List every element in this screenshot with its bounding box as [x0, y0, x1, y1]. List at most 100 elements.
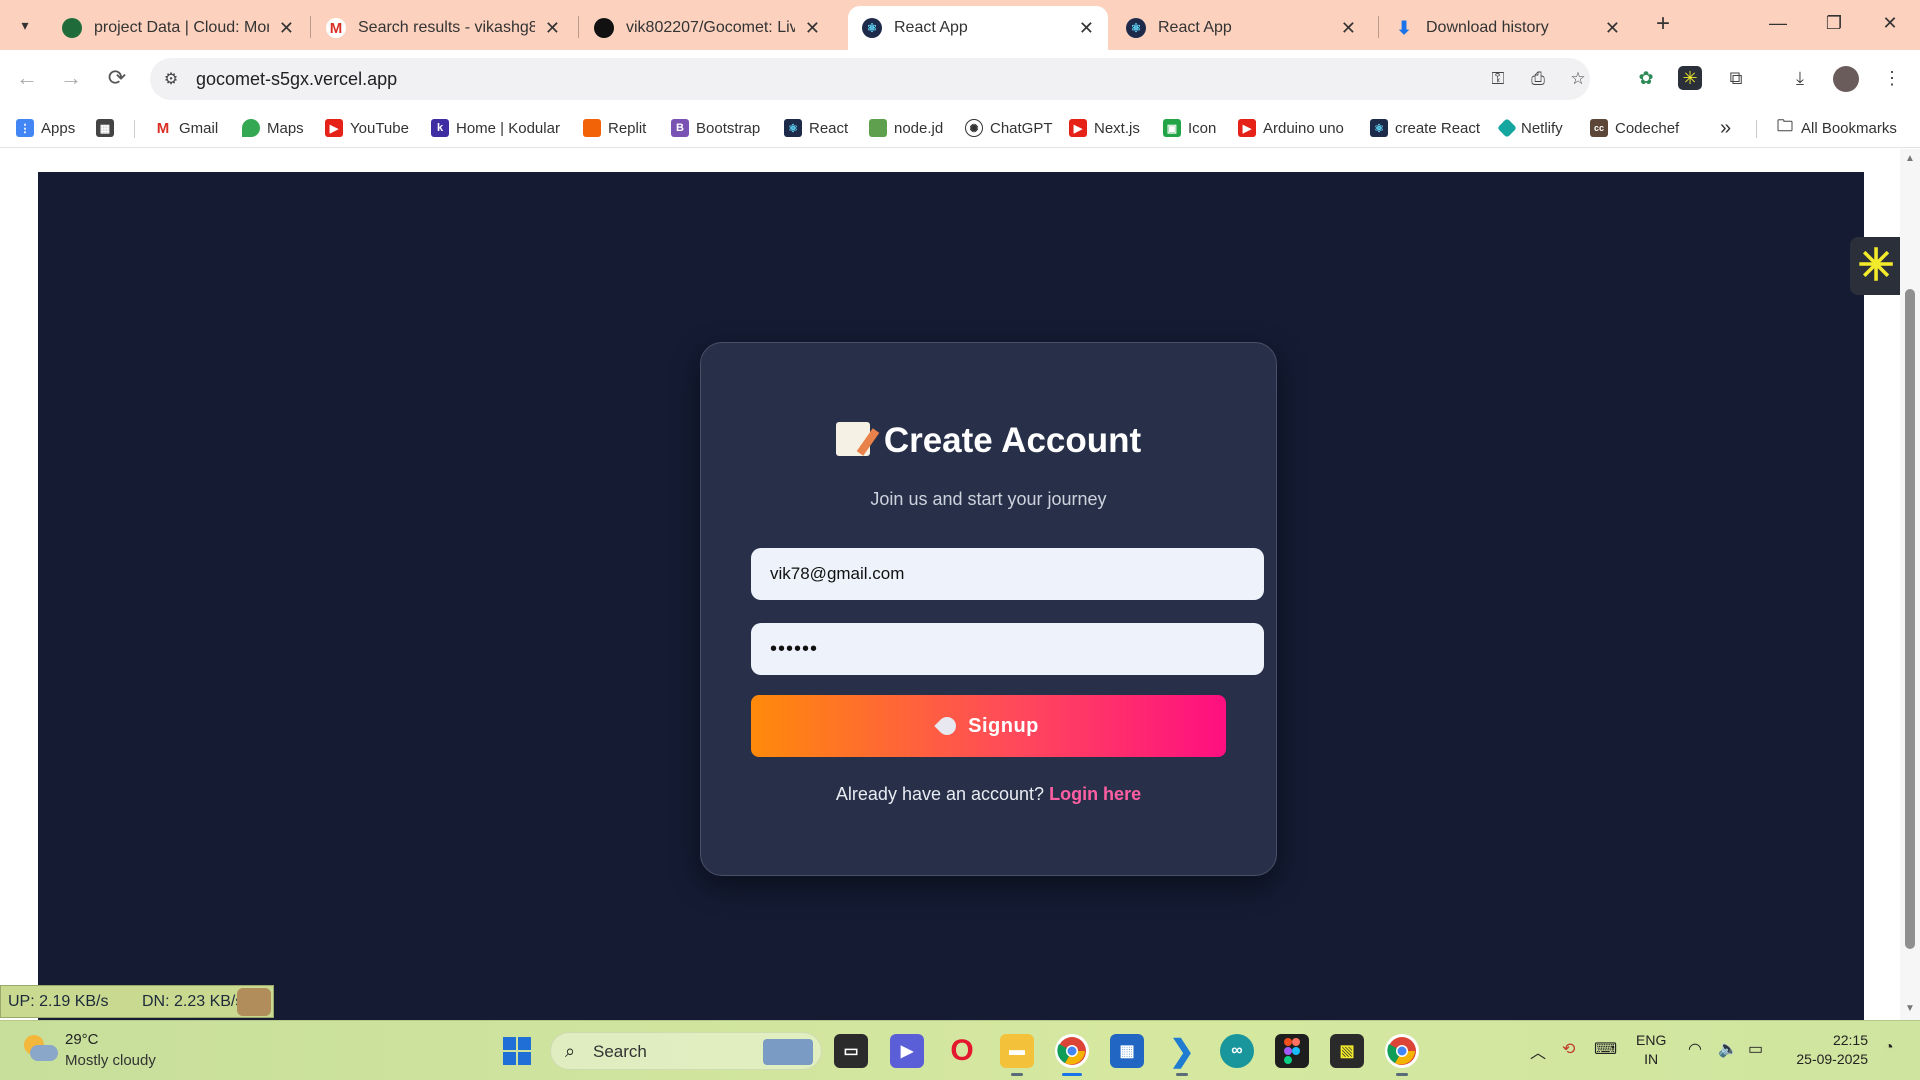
- signup-card: Create Account Join us and start your jo…: [700, 342, 1277, 876]
- tab-title: Download history: [1426, 19, 1549, 36]
- forward-button[interactable]: →: [54, 62, 88, 96]
- tab-download-history[interactable]: ⬇ Download history ✕: [1380, 6, 1634, 50]
- keyboard-icon[interactable]: ⌨: [1594, 1039, 1617, 1059]
- wifi-icon[interactable]: ◠: [1688, 1039, 1702, 1059]
- login-link[interactable]: Login here: [1049, 784, 1141, 804]
- close-icon[interactable]: ✕: [1079, 18, 1094, 39]
- weather-cloudy-icon[interactable]: [22, 1033, 58, 1063]
- signup-button[interactable]: Signup: [751, 695, 1226, 757]
- vscode-icon[interactable]: ❯: [1165, 1034, 1199, 1068]
- password-key-icon[interactable]: ⚿: [1486, 69, 1510, 91]
- nodejs-icon: [869, 119, 887, 137]
- weather-temperature[interactable]: 29°C: [65, 1031, 99, 1048]
- language-code: ENG: [1636, 1032, 1667, 1048]
- site-settings-icon[interactable]: ⚙: [160, 69, 182, 89]
- bookmark-star-icon[interactable]: ☆: [1566, 69, 1590, 91]
- figma-icon[interactable]: [1275, 1034, 1309, 1068]
- notifications-icon[interactable]: ◔: [1884, 1039, 1894, 1057]
- toolbar: ← → ⟳ ⚙ gocomet-s5gx.vercel.app ⚿ ⎙ ☆ ✿ …: [0, 50, 1920, 108]
- scroll-thumb[interactable]: [1905, 289, 1915, 949]
- volume-icon[interactable]: 🔈: [1718, 1039, 1738, 1059]
- scrollbar[interactable]: ▲ ▼: [1900, 149, 1920, 1020]
- bookmark-gmail[interactable]: M Gmail: [154, 116, 218, 140]
- tab-react-app[interactable]: ⚛ React App ✕: [1112, 6, 1370, 50]
- chrome-icon[interactable]: [1055, 1034, 1089, 1068]
- reload-button[interactable]: ⟳: [100, 62, 134, 96]
- clock-date: 25-09-2025: [1796, 1051, 1868, 1067]
- bookmark-replit[interactable]: Replit: [583, 116, 646, 140]
- back-button[interactable]: ←: [10, 62, 44, 96]
- weather-description[interactable]: Mostly cloudy: [65, 1052, 156, 1069]
- bookmark-react[interactable]: ⚛ React: [784, 116, 848, 140]
- scroll-up-icon[interactable]: ▲: [1905, 153, 1915, 164]
- install-app-icon[interactable]: ⎙: [1526, 69, 1550, 91]
- bookmark-bootstrap[interactable]: B Bootstrap: [671, 116, 760, 140]
- close-window-button[interactable]: ✕: [1870, 8, 1910, 38]
- minimize-button[interactable]: —: [1758, 8, 1798, 38]
- microsoft-store-icon[interactable]: ▦: [1110, 1034, 1144, 1068]
- tab-github[interactable]: vik802207/Gocomet: Live F ✕: [580, 6, 834, 50]
- bookmark-label: Apps: [41, 119, 76, 137]
- downloads-icon[interactable]: ⤓: [1784, 62, 1816, 94]
- tray-overflow-icon[interactable]: ︿: [1530, 1039, 1546, 1063]
- task-view-icon[interactable]: ▭: [834, 1034, 868, 1068]
- tab-gmail-search[interactable]: M Search results - vikashg802 ✕: [312, 6, 574, 50]
- bookmark-youtube[interactable]: ▶ YouTube: [325, 116, 409, 140]
- tab-title: React App: [894, 19, 968, 36]
- bookmark-chatgpt[interactable]: ✺ ChatGPT: [965, 116, 1053, 140]
- close-icon[interactable]: ✕: [805, 18, 820, 39]
- bookmark-nextjs[interactable]: ▶ Next.js: [1069, 116, 1140, 140]
- bookmark-apps[interactable]: ⋮ Apps: [16, 116, 75, 140]
- bookmark-arduino[interactable]: ▶ Arduino uno: [1238, 116, 1344, 140]
- close-icon[interactable]: ✕: [545, 18, 560, 39]
- extension-yellow-icon[interactable]: ✳: [1674, 62, 1706, 94]
- close-icon[interactable]: ✕: [1341, 18, 1356, 39]
- tab-mongodb[interactable]: project Data | Cloud: Mong ✕: [48, 6, 308, 50]
- floating-extension-badge[interactable]: ✳: [1850, 237, 1902, 295]
- scroll-down-icon[interactable]: ▼: [1905, 1003, 1915, 1014]
- clock[interactable]: 22:15 25-09-2025: [1788, 1031, 1868, 1069]
- extension-icon[interactable]: ✿: [1630, 62, 1662, 94]
- bookmark-netlify[interactable]: Netlify: [1497, 116, 1563, 140]
- tab-separator: [578, 16, 579, 38]
- bookmark-create-react[interactable]: ⚛ create React: [1370, 116, 1480, 140]
- email-field[interactable]: vik78@gmail.com: [751, 548, 1264, 600]
- opera-icon[interactable]: O: [945, 1034, 979, 1068]
- bookmarks-overflow-button[interactable]: »: [1720, 116, 1731, 140]
- bookmark-codechef[interactable]: cc Codechef: [1590, 116, 1679, 140]
- address-bar[interactable]: ⚙ gocomet-s5gx.vercel.app ⚿ ⎙ ☆: [150, 58, 1590, 100]
- language-indicator[interactable]: ENG IN: [1636, 1031, 1666, 1069]
- chrome-profile-icon[interactable]: [1385, 1034, 1419, 1068]
- tab-search-button[interactable]: ▾: [8, 10, 42, 40]
- bookmark-nodejs[interactable]: node.jd: [869, 116, 943, 140]
- windows-start-icon[interactable]: [500, 1034, 534, 1068]
- tab-react-app-active[interactable]: ⚛ React App ✕: [848, 6, 1108, 50]
- app-background: Create Account Join us and start your jo…: [38, 172, 1864, 1020]
- bookmark-kodular[interactable]: k Home | Kodular: [431, 116, 560, 140]
- extensions-puzzle-icon[interactable]: ⧉: [1720, 62, 1752, 94]
- bookmark-maps[interactable]: Maps: [242, 116, 304, 140]
- url-text[interactable]: gocomet-s5gx.vercel.app: [196, 69, 397, 90]
- password-field[interactable]: ••••••: [751, 623, 1264, 675]
- profile-avatar[interactable]: [1830, 62, 1862, 94]
- all-bookmarks-button[interactable]: 🗀 All Bookmarks: [1776, 116, 1897, 140]
- arduino-icon[interactable]: ∞: [1220, 1034, 1254, 1068]
- bookmark-label: node.jd: [894, 119, 944, 137]
- chatgpt-icon: ✺: [965, 119, 983, 137]
- meet-chat-icon[interactable]: ▶: [890, 1034, 924, 1068]
- restore-button[interactable]: ❐: [1814, 8, 1854, 38]
- login-prompt: Already have an account? Login here: [701, 784, 1276, 805]
- file-explorer-icon[interactable]: ▬: [1000, 1034, 1034, 1068]
- youtube-icon: ▶: [1069, 119, 1087, 137]
- running-indicator: [1176, 1073, 1188, 1076]
- close-icon[interactable]: ✕: [279, 18, 294, 39]
- new-tab-button[interactable]: +: [1648, 10, 1678, 40]
- close-icon[interactable]: ✕: [1605, 18, 1620, 39]
- battery-icon[interactable]: ▭: [1748, 1039, 1763, 1059]
- browser-menu-icon[interactable]: ⋮: [1876, 62, 1908, 94]
- bookmark-icon[interactable]: ▣ Icon: [1163, 116, 1216, 140]
- utility-app-icon[interactable]: ▧: [1330, 1034, 1364, 1068]
- taskbar-search[interactable]: ⌕ Search: [550, 1032, 822, 1070]
- bookmark-app-launcher[interactable]: ▦: [96, 116, 121, 140]
- sync-icon[interactable]: ⟲: [1562, 1039, 1575, 1059]
